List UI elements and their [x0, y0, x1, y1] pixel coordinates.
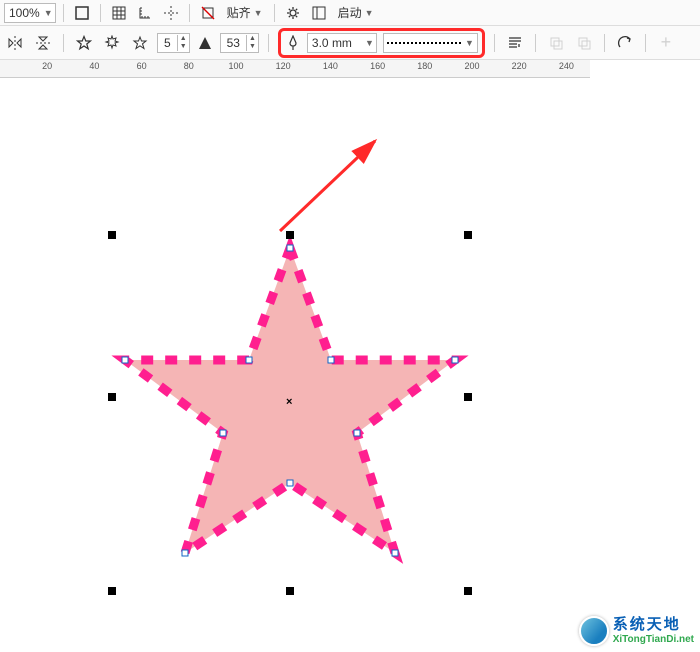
text-wrap-icon[interactable]	[504, 32, 526, 54]
back-icon[interactable]	[573, 32, 595, 54]
zoom-value: 100%	[9, 6, 40, 20]
watermark-en: XiTongTianDi.net	[613, 634, 694, 645]
spin-down-icon[interactable]: ▼	[178, 43, 189, 51]
guidelines-icon[interactable]	[160, 2, 182, 24]
sharpness-value: 53	[221, 36, 246, 50]
ruler-label: 60	[137, 61, 147, 71]
outline-width-combo[interactable]: 3.0 mm ▼	[307, 33, 377, 53]
ruler-label: 160	[370, 61, 385, 71]
ruler-label: 180	[417, 61, 432, 71]
chevron-down-icon: ▼	[254, 8, 263, 18]
star-outline-icon[interactable]	[73, 32, 95, 54]
spin-up-icon[interactable]: ▲	[247, 35, 258, 43]
star-points-icon[interactable]	[129, 32, 151, 54]
handle-n[interactable]	[286, 231, 294, 239]
points-spinner[interactable]: 5 ▲▼	[157, 33, 190, 53]
outline-controls-highlight: 3.0 mm ▼ ▼	[278, 28, 485, 58]
handle-e[interactable]	[464, 393, 472, 401]
chevron-down-icon: ▼	[465, 38, 474, 48]
ruler-label: 140	[323, 61, 338, 71]
options-icon[interactable]	[282, 2, 304, 24]
pen-icon[interactable]	[285, 32, 301, 54]
fullscreen-icon[interactable]	[71, 2, 93, 24]
handle-w[interactable]	[108, 393, 116, 401]
launch-menu[interactable]: 启动 ▼	[334, 4, 378, 21]
ruler-label: 20	[42, 61, 52, 71]
rulers-icon[interactable]	[134, 2, 156, 24]
complex-star-icon[interactable]	[101, 32, 123, 54]
ruler-label: 240	[559, 61, 574, 71]
spin-up-icon[interactable]: ▲	[178, 35, 189, 43]
grid-icon[interactable]	[108, 2, 130, 24]
chevron-down-icon: ▼	[365, 38, 374, 48]
snap-menu[interactable]: 贴齐 ▼	[223, 4, 267, 21]
ruler-label: 100	[228, 61, 243, 71]
canvas[interactable]: ×	[0, 78, 700, 652]
ruler-label: 200	[464, 61, 479, 71]
add-icon[interactable]: +	[655, 32, 677, 54]
ruler-label: 40	[89, 61, 99, 71]
zoom-combo[interactable]: 100% ▼	[4, 3, 56, 23]
snap-label: 贴齐	[227, 4, 251, 21]
mirror-h-icon[interactable]	[4, 32, 26, 54]
center-marker: ×	[286, 396, 292, 408]
points-value: 5	[158, 36, 177, 50]
dotted-line-preview	[387, 42, 461, 44]
handle-s[interactable]	[286, 587, 294, 595]
sharpness-icon[interactable]	[196, 32, 214, 54]
outline-width-value: 3.0 mm	[312, 36, 352, 50]
star-shape[interactable]: ×	[110, 233, 470, 593]
watermark: 系统天地 XiTongTianDi.net	[579, 616, 694, 646]
spin-down-icon[interactable]: ▼	[247, 43, 258, 51]
line-style-combo[interactable]: ▼	[383, 33, 478, 53]
handle-ne[interactable]	[464, 231, 472, 239]
convert-curves-icon[interactable]	[614, 32, 636, 54]
chevron-down-icon: ▼	[365, 8, 374, 18]
chevron-down-icon: ▼	[44, 8, 53, 18]
launch-label: 启动	[338, 4, 362, 21]
handle-se[interactable]	[464, 587, 472, 595]
ruler-label: 120	[276, 61, 291, 71]
ruler-label: 80	[184, 61, 194, 71]
snap-off-icon[interactable]	[197, 2, 219, 24]
front-icon[interactable]	[545, 32, 567, 54]
annotation-arrow	[275, 136, 385, 236]
handle-nw[interactable]	[108, 231, 116, 239]
watermark-zh: 系统天地	[613, 617, 694, 634]
layout-icon[interactable]	[308, 2, 330, 24]
globe-icon	[579, 616, 609, 646]
ruler-label: 220	[512, 61, 527, 71]
mirror-v-icon[interactable]	[32, 32, 54, 54]
handle-sw[interactable]	[108, 587, 116, 595]
horizontal-ruler: 20 40 60 80 100 120 140 160 180 200 220 240	[0, 60, 590, 78]
sharpness-spinner[interactable]: 53 ▲▼	[220, 33, 259, 53]
